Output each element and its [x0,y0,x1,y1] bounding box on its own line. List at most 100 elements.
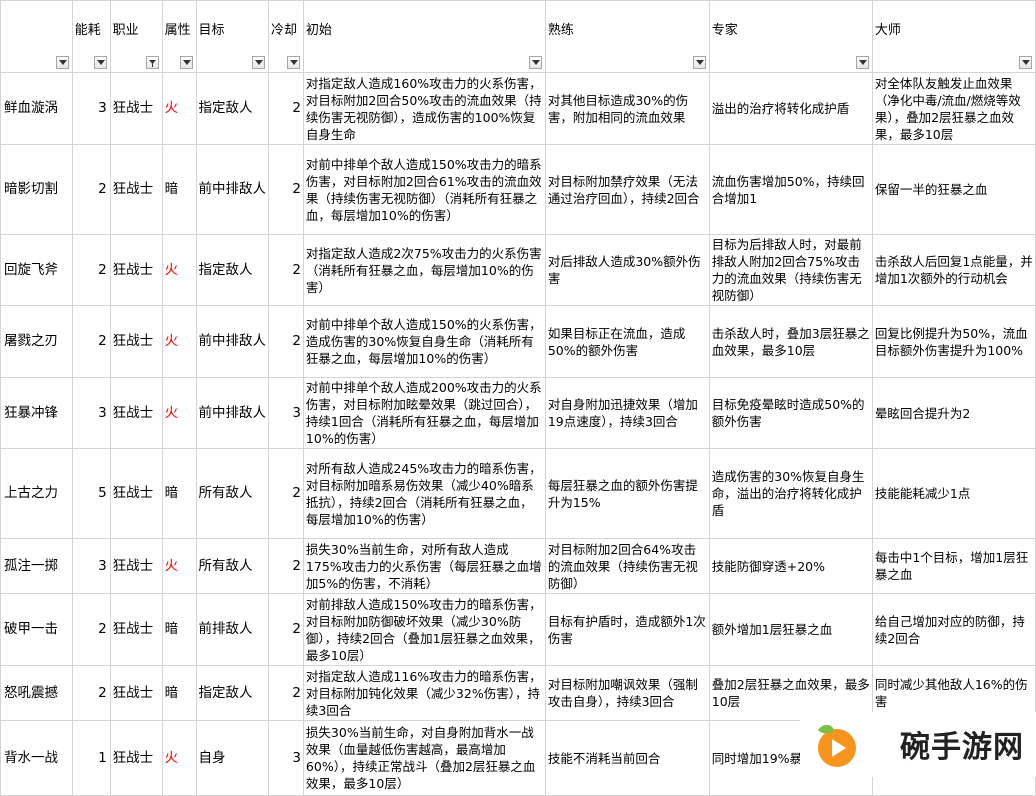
job-cell[interactable]: 狂战士 [109,72,163,145]
target-cell[interactable]: 自身 [195,720,269,796]
expert-effect-cell[interactable]: 目标免疫晕眩时造成50%的额外伤害 [708,377,873,449]
initial-effect-cell[interactable]: 损失30%当前生命，对所有敌人造成175%攻击力的火系伤害（每层狂暴之血增加5%… [302,538,546,594]
target-cell[interactable]: 指定敌人 [195,234,269,306]
job-cell[interactable]: 狂战士 [109,234,163,306]
target-cell[interactable]: 前中排敌人 [195,144,269,235]
cooldown-cell[interactable]: 2 [268,665,304,721]
initial-effect-cell[interactable]: 对前中排单个敌人造成150%的火系伤害，造成伤害的30%恢复自身生命（消耗所有狂… [302,305,546,378]
energy-cost-cell[interactable]: 3 [71,72,111,145]
job-cell[interactable]: 狂战士 [109,720,163,796]
filter-dropdown-icon[interactable] [528,56,542,69]
filter-active-icon[interactable] [145,56,159,69]
skill-name-cell[interactable]: 破甲一击 [0,593,73,666]
job-cell[interactable]: 狂战士 [109,448,163,539]
cooldown-cell[interactable]: 2 [268,234,304,306]
initial-effect-cell[interactable]: 对指定敌人造成2次75%攻击力的火系伤害（消耗所有狂暴之血，每层增加10%的伤害… [302,234,546,306]
target-cell[interactable]: 前排敌人 [195,593,269,666]
attribute-cell[interactable]: 火 [161,377,197,449]
attribute-cell[interactable]: 火 [161,305,197,378]
master-effect-cell[interactable]: 每击中1个目标，增加1层狂暴之血 [871,538,1036,594]
initial-effect-cell[interactable]: 对所有敌人造成245%攻击力的暗系伤害，对目标附加暗系易伤效果（减少40%暗系抵… [302,448,546,539]
skill-name-cell[interactable]: 鲜血漩涡 [0,72,73,145]
initial-effect-cell[interactable]: 对指定敌人造成160%攻击力的火系伤害，对目标附加2回合50%攻击的流血效果（持… [302,72,546,145]
attribute-cell[interactable]: 火 [161,72,197,145]
skilled-effect-cell[interactable]: 对其他目标造成30%的伤害，附加相同的流血效果 [544,72,710,145]
master-effect-cell[interactable]: 晕眩回合提升为2 [871,377,1036,449]
expert-effect-cell[interactable]: 流血伤害增加50%，持续回合增加1 [708,144,873,235]
cooldown-cell[interactable]: 2 [268,72,304,145]
attribute-cell[interactable]: 暗 [161,665,197,721]
expert-effect-cell[interactable]: 目标为后排敌人时，对最前排敌人附加2回合75%攻击力的流血效果（持续伤害无视防御… [708,234,873,306]
skill-name-cell[interactable]: 孤注一掷 [0,538,73,594]
cooldown-cell[interactable]: 2 [268,144,304,235]
skilled-effect-cell[interactable]: 对后排敌人造成30%额外伤害 [544,234,710,306]
skilled-effect-cell[interactable]: 对目标附加2回合64%攻击的流血效果（持续伤害无视防御） [544,538,710,594]
expert-effect-cell[interactable]: 技能防御穿透+20% [708,538,873,594]
skilled-effect-cell[interactable]: 对自身附加迅捷效果（增加19点速度），持续3回合 [544,377,710,449]
attribute-cell[interactable]: 火 [161,720,197,796]
filter-dropdown-icon[interactable] [1019,56,1032,69]
job-cell[interactable]: 狂战士 [109,665,163,721]
filter-dropdown-icon[interactable] [252,56,265,69]
skilled-effect-cell[interactable]: 每层狂暴之血的额外伤害提升为15% [544,448,710,539]
target-cell[interactable]: 指定敌人 [195,72,269,145]
skilled-effect-cell[interactable]: 如果目标正在流血，造成50%的额外伤害 [544,305,710,378]
expert-effect-cell[interactable]: 溢出的治疗将转化成护盾 [708,72,873,145]
job-cell[interactable]: 狂战士 [109,538,163,594]
target-cell[interactable]: 所有敌人 [195,448,269,539]
skill-name-cell[interactable]: 怒吼震撼 [0,665,73,721]
filter-dropdown-icon[interactable] [692,56,706,69]
energy-cost-cell[interactable]: 1 [71,720,111,796]
filter-dropdown-icon[interactable] [55,56,69,69]
expert-effect-cell[interactable]: 造成伤害的30%恢复自身生命，溢出的治疗将转化成护盾 [708,448,873,539]
filter-dropdown-icon[interactable] [93,56,107,69]
attribute-cell[interactable]: 火 [161,538,197,594]
expert-effect-cell[interactable]: 额外增加1层狂暴之血 [708,593,873,666]
master-effect-cell[interactable]: 技能能耗减少1点 [871,448,1036,539]
target-cell[interactable]: 前中排敌人 [195,305,269,378]
energy-cost-cell[interactable]: 5 [71,448,111,539]
skill-name-cell[interactable]: 屠戮之刃 [0,305,73,378]
energy-cost-cell[interactable]: 3 [71,538,111,594]
attribute-cell[interactable]: 暗 [161,593,197,666]
initial-effect-cell[interactable]: 对前排敌人造成150%攻击力的暗系伤害，对目标附加防御破坏效果（减少30%防御）… [302,593,546,666]
filter-dropdown-icon[interactable] [286,56,300,69]
initial-effect-cell[interactable]: 损失30%当前生命，对自身附加背水一战效果（血量越低伤害越高，最高增加60%），… [302,720,546,796]
target-cell[interactable]: 前中排敌人 [195,377,269,449]
skill-name-cell[interactable]: 暗影切割 [0,144,73,235]
job-cell[interactable]: 狂战士 [109,144,163,235]
skilled-effect-cell[interactable]: 对目标附加嘲讽效果（强制攻击自身），持续3回合 [544,665,710,721]
energy-cost-cell[interactable]: 2 [71,593,111,666]
master-effect-cell[interactable]: 保留一半的狂暴之血 [871,144,1036,235]
energy-cost-cell[interactable]: 2 [71,234,111,306]
skilled-effect-cell[interactable]: 技能不消耗当前回合 [544,720,710,796]
cooldown-cell[interactable]: 3 [268,377,304,449]
cooldown-cell[interactable]: 2 [268,593,304,666]
cooldown-cell[interactable]: 2 [268,305,304,378]
skill-name-cell[interactable]: 狂暴冲锋 [0,377,73,449]
initial-effect-cell[interactable]: 对前中排单个敌人造成200%攻击力的火系伤害，对目标附加眩晕效果（跳过回合），持… [302,377,546,449]
master-effect-cell[interactable]: 回复比例提升为50%，流血目标额外伤害提升为100% [871,305,1036,378]
attribute-cell[interactable]: 暗 [161,448,197,539]
master-effect-cell[interactable]: 对全体队友触发止血效果（净化中毒/流血/燃烧等效果），叠加2层狂暴之血效果，最多… [871,72,1036,145]
energy-cost-cell[interactable]: 2 [71,305,111,378]
skilled-effect-cell[interactable]: 对目标附加禁疗效果（无法通过治疗回血），持续2回合 [544,144,710,235]
energy-cost-cell[interactable]: 2 [71,144,111,235]
master-effect-cell[interactable]: 给自己增加对应的防御，持续2回合 [871,593,1036,666]
filter-dropdown-icon[interactable] [855,56,869,69]
skill-name-cell[interactable]: 背水一战 [0,720,73,796]
skill-name-cell[interactable]: 回旋飞斧 [0,234,73,306]
energy-cost-cell[interactable]: 3 [71,377,111,449]
attribute-cell[interactable]: 火 [161,234,197,306]
job-cell[interactable]: 狂战士 [109,377,163,449]
skill-name-cell[interactable]: 上古之力 [0,448,73,539]
energy-cost-cell[interactable]: 2 [71,665,111,721]
filter-dropdown-icon[interactable] [179,56,193,69]
expert-effect-cell[interactable]: 击杀敌人时，叠加3层狂暴之血效果，最多10层 [708,305,873,378]
job-cell[interactable]: 狂战士 [109,593,163,666]
initial-effect-cell[interactable]: 对指定敌人造成116%攻击力的暗系伤害，对目标附加钝化效果（减少32%伤害），持… [302,665,546,721]
master-effect-cell[interactable]: 击杀敌人后回复1点能量，并增加1次额外的行动机会 [871,234,1036,306]
attribute-cell[interactable]: 暗 [161,144,197,235]
target-cell[interactable]: 所有敌人 [195,538,269,594]
target-cell[interactable]: 指定敌人 [195,665,269,721]
